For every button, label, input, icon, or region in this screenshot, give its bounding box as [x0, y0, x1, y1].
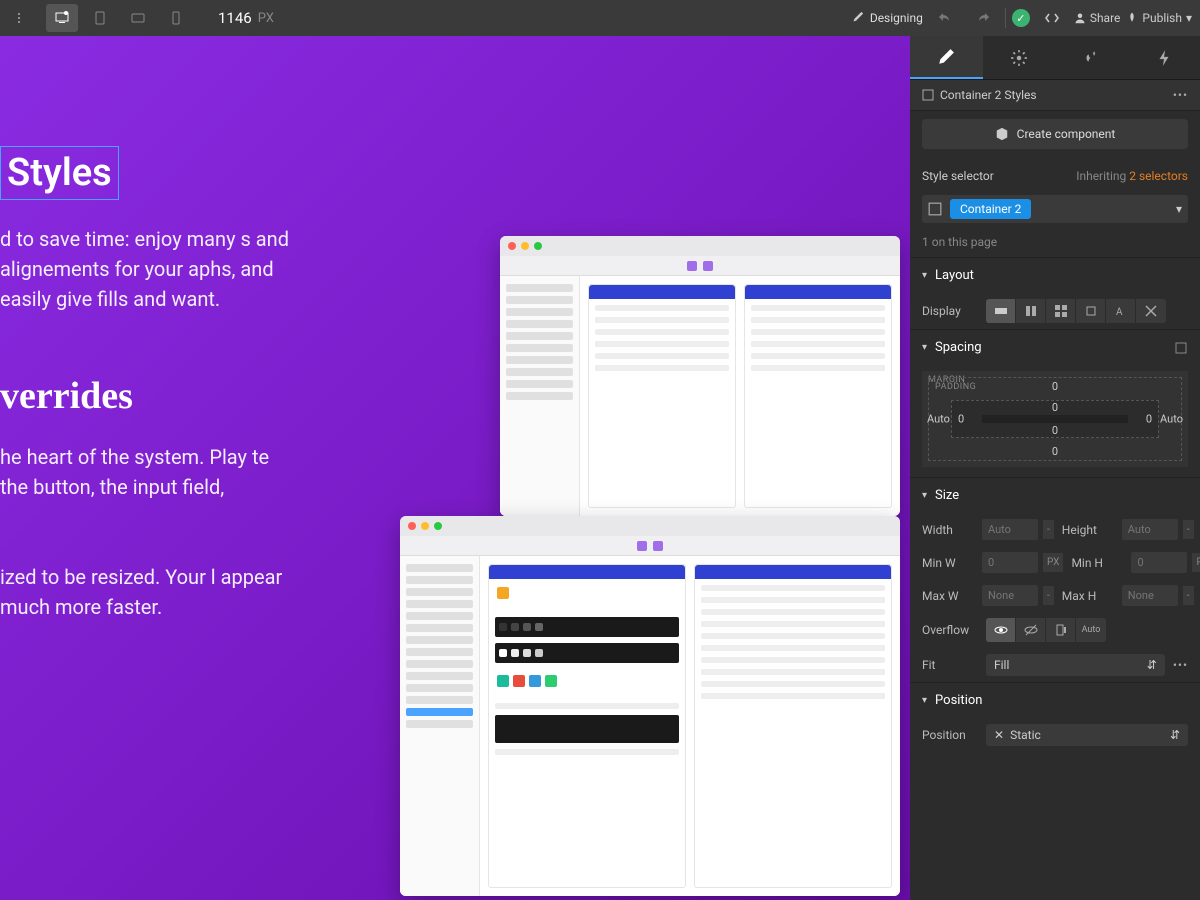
minw-input[interactable]: [982, 552, 1038, 573]
display-label: Display: [922, 304, 978, 318]
selector-dropdown[interactable]: Container 2 ▾: [922, 195, 1188, 223]
section-size[interactable]: ▾Size: [910, 477, 1200, 513]
height-input[interactable]: [1122, 519, 1178, 540]
create-component-button[interactable]: Create component: [922, 119, 1188, 149]
maxw-input[interactable]: [982, 585, 1038, 606]
section-body: ized to be resized. Your l appear much m…: [0, 562, 300, 622]
breakpoint-desktop-button[interactable]: [46, 4, 78, 32]
display-grid-button[interactable]: [1046, 299, 1076, 323]
close-icon: ✕: [994, 728, 1004, 742]
more-icon[interactable]: •••: [1173, 658, 1188, 672]
display-button-group: A: [986, 299, 1166, 323]
menu-button[interactable]: [8, 4, 40, 32]
chevron-down-icon: ▾: [1176, 202, 1182, 216]
rocket-icon: [1126, 12, 1138, 24]
container-icon: [922, 89, 934, 101]
tab-settings[interactable]: [983, 36, 1056, 79]
share-button[interactable]: Share: [1074, 11, 1121, 25]
tab-style[interactable]: [910, 36, 983, 79]
overflow-hidden-button[interactable]: [1016, 618, 1046, 642]
fit-select[interactable]: Fill⇵: [986, 654, 1165, 676]
more-icon[interactable]: •••: [1173, 88, 1188, 102]
chevron-down-icon: ▾: [1186, 11, 1192, 25]
style-panel: Container 2 Styles ••• Create component …: [910, 36, 1200, 900]
section-layout[interactable]: ▾Layout: [910, 257, 1200, 293]
tab-interactions[interactable]: [1128, 36, 1200, 79]
selector-chip[interactable]: Container 2: [950, 199, 1031, 219]
mock-app-window: [500, 236, 900, 516]
style-selector-header: Style selector Inheriting 2 selectors: [910, 157, 1200, 191]
mode-toggle[interactable]: Designing: [850, 11, 923, 25]
width-input[interactable]: [982, 519, 1038, 540]
undo-button[interactable]: [929, 4, 961, 32]
svg-text:A: A: [1116, 307, 1123, 318]
overflow-visible-button[interactable]: [986, 618, 1016, 642]
mock-app-window: [400, 516, 900, 896]
canvas-width-unit: PX: [258, 11, 274, 26]
overflow-scroll-button[interactable]: [1046, 618, 1076, 642]
tab-effects[interactable]: [1055, 36, 1128, 79]
cube-icon: [995, 127, 1009, 141]
section-body: d to save time: enjoy many s and alignem…: [0, 224, 300, 314]
section-position[interactable]: ▾Position: [910, 682, 1200, 718]
style-selector-label: Style selector: [922, 169, 994, 183]
overflow-auto-button[interactable]: Auto: [1076, 618, 1106, 642]
canvas-width-value[interactable]: 1146: [218, 9, 252, 27]
section-body: he heart of the system. Play te the butt…: [0, 442, 300, 502]
divider: [1005, 8, 1006, 28]
selected-element-outline[interactable]: Styles: [0, 146, 119, 200]
overflow-button-group: Auto: [986, 618, 1106, 642]
publish-button[interactable]: Publish ▾: [1126, 11, 1192, 25]
section-title-styles: Styles: [0, 146, 300, 200]
breakpoint-mobile-button[interactable]: [160, 4, 192, 32]
brush-icon: [850, 11, 864, 25]
minh-input[interactable]: [1131, 552, 1187, 573]
position-select[interactable]: ✕Static ⇵: [986, 724, 1188, 746]
display-flex-button[interactable]: [1016, 299, 1046, 323]
expand-icon[interactable]: [1174, 341, 1188, 355]
display-inline-block-button[interactable]: [1076, 299, 1106, 323]
section-title-overrides: verrides: [0, 374, 300, 418]
code-button[interactable]: [1036, 4, 1068, 32]
display-none-button[interactable]: [1136, 299, 1166, 323]
design-canvas[interactable]: Styles d to save time: enjoy many s and …: [0, 36, 910, 900]
maxh-input[interactable]: [1122, 585, 1178, 606]
display-block-button[interactable]: [986, 299, 1016, 323]
section-spacing[interactable]: ▾Spacing: [910, 329, 1200, 365]
box-model-editor[interactable]: MARGIN 0 Auto Auto 0 PADDING 0 0 0 0: [922, 371, 1188, 467]
top-toolbar: 1146 PX Designing ✓ Share Publish ▾: [0, 0, 1200, 36]
element-header: Container 2 Styles •••: [910, 80, 1200, 111]
breakpoint-tablet-button[interactable]: [84, 4, 116, 32]
breakpoint-tablet-landscape-button[interactable]: [122, 4, 154, 32]
display-inline-button[interactable]: A: [1106, 299, 1136, 323]
element-name: Container 2 Styles: [940, 88, 1037, 102]
inheriting-label[interactable]: Inheriting 2 selectors: [1076, 169, 1188, 183]
redo-button[interactable]: [967, 4, 999, 32]
mode-label: Designing: [870, 11, 923, 25]
panel-tabs: [910, 36, 1200, 80]
person-icon: [1074, 12, 1086, 24]
on-page-count: 1 on this page: [922, 235, 997, 249]
status-check-icon[interactable]: ✓: [1012, 9, 1030, 27]
selector-icon: [928, 202, 942, 216]
